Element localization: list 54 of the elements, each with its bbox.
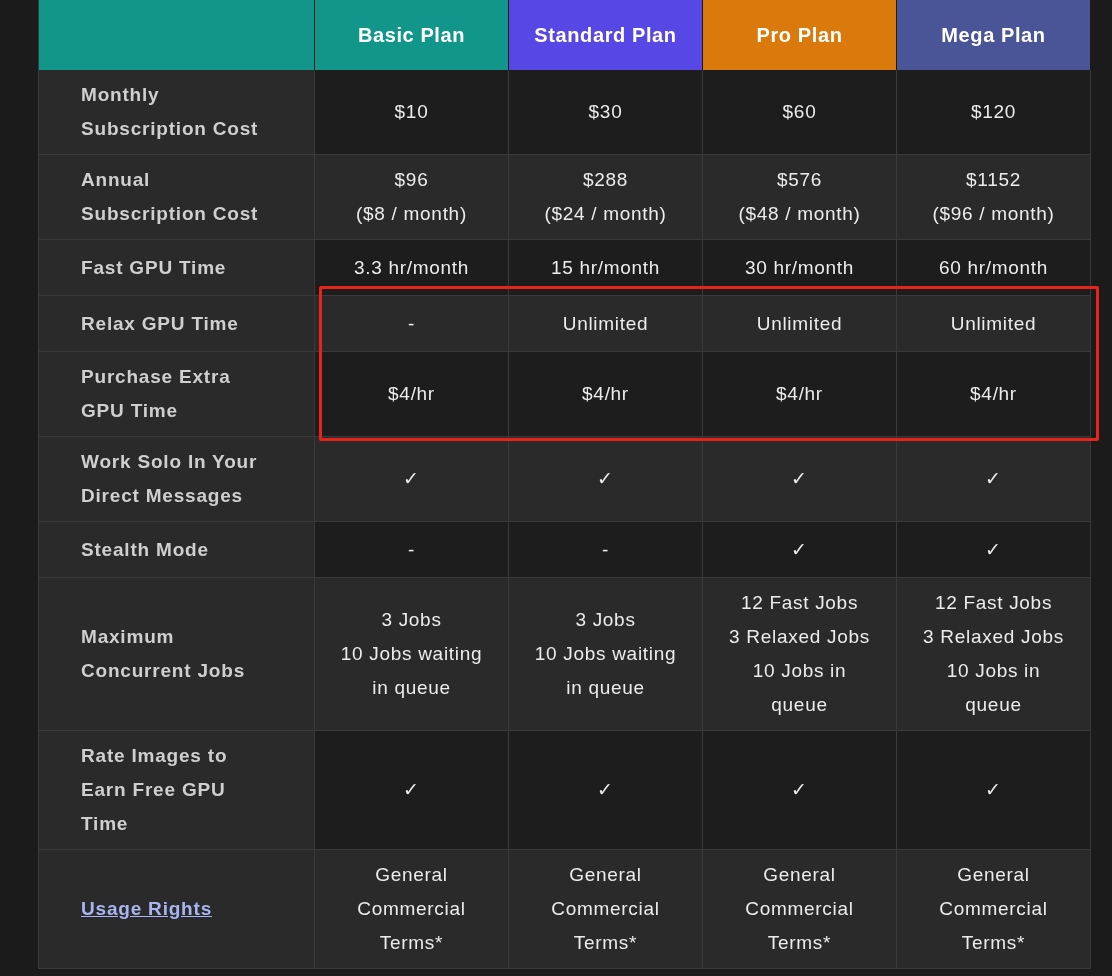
table-cell-text: $120 xyxy=(970,100,1017,124)
table-cell-text: - xyxy=(408,537,415,562)
table-cell-text: ✓ xyxy=(597,467,614,491)
row-label: Relax GPU Time xyxy=(81,311,239,336)
table-cell-text: $4/hr xyxy=(776,382,823,406)
plan-header: Pro Plan xyxy=(703,0,897,70)
plan-header: Standard Plan xyxy=(509,0,703,70)
table-cell-text: $4/hr xyxy=(388,382,435,406)
row-label: Purchase Extra GPU Time xyxy=(81,365,231,423)
plan-header: Basic Plan xyxy=(315,0,509,70)
table-cell-text: 60 hr/month xyxy=(938,255,1049,280)
row-label: Fast GPU Time xyxy=(81,255,227,280)
table-cell-text: $4/hr xyxy=(970,382,1017,406)
table-cell-text: 30 hr/month xyxy=(744,255,855,280)
usage-rights-link[interactable]: Usage Rights xyxy=(81,892,212,926)
table-cell-text: ✓ xyxy=(985,467,1002,491)
table-cell-text: $1152 ($96 / month) xyxy=(932,168,1055,226)
table-cell-text: $288 ($24 / month) xyxy=(544,168,667,226)
table-cell-text: General Commercial Terms* xyxy=(551,863,660,955)
table-cell-text: 3 Jobs 10 Jobs waiting in queue xyxy=(340,608,483,700)
table-cell-text: ✓ xyxy=(403,467,420,491)
table-cell-text: ✓ xyxy=(985,778,1002,802)
row-label: Annual Subscription Cost xyxy=(81,168,259,226)
table-cell-text: $60 xyxy=(782,100,817,124)
table-cell-text: ✓ xyxy=(985,537,1002,562)
table-cell-text: $4/hr xyxy=(582,382,629,406)
table-cell-text: Unlimited xyxy=(950,311,1037,336)
table-cell-text: ✓ xyxy=(791,467,808,491)
table-cell-text: ✓ xyxy=(403,778,420,802)
table-cell-text: 3.3 hr/month xyxy=(353,255,470,280)
table-cell-text: 12 Fast Jobs 3 Relaxed Jobs 10 Jobs in queue xyxy=(923,591,1064,717)
row-label: Rate Images to Earn Free GPU Time xyxy=(81,744,228,836)
table-cell-text: $96 ($8 / month) xyxy=(356,168,467,226)
table-cell-text: ✓ xyxy=(791,778,808,802)
table-cell-text: - xyxy=(602,537,609,562)
table-cell-text: 15 hr/month xyxy=(550,255,661,280)
table-cell-text: $576 ($48 / month) xyxy=(738,168,861,226)
table-cell-text: Unlimited xyxy=(562,311,649,336)
table-cell-text: General Commercial Terms* xyxy=(745,863,854,955)
row-label: Monthly Subscription Cost xyxy=(81,83,259,141)
table-cell-text: General Commercial Terms* xyxy=(357,863,466,955)
table-cell-text: 3 Jobs 10 Jobs waiting in queue xyxy=(534,608,677,700)
table-cell-text: 12 Fast Jobs 3 Relaxed Jobs 10 Jobs in queue xyxy=(729,591,870,717)
table-cell-text: ✓ xyxy=(791,537,808,562)
table-cell-text: Unlimited xyxy=(756,311,843,336)
table-cell-text: $10 xyxy=(394,100,429,124)
table-cell-text: General Commercial Terms* xyxy=(939,863,1048,955)
row-label: Stealth Mode xyxy=(81,537,209,562)
table-cell-text: - xyxy=(408,311,415,336)
plan-header: Mega Plan xyxy=(897,0,1091,70)
table-cell-text: $30 xyxy=(588,100,623,124)
row-label: Maximum Concurrent Jobs xyxy=(81,625,246,683)
table-cell-text: ✓ xyxy=(597,778,614,802)
row-label: Work Solo In Your Direct Messages xyxy=(81,450,258,508)
